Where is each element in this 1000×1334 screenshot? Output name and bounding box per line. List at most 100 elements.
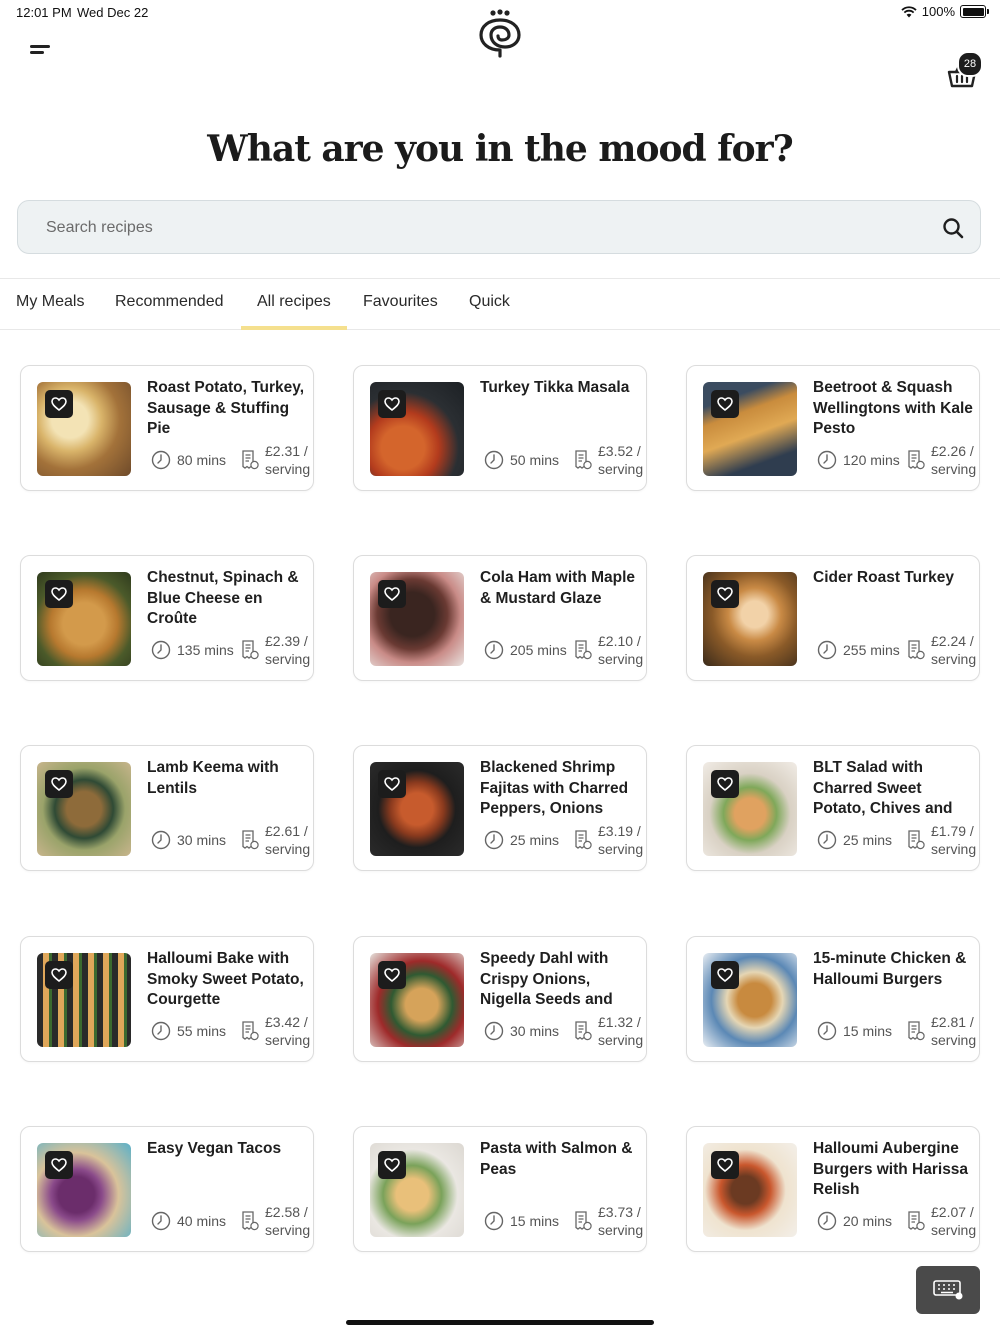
tab-recommended[interactable]: Recommended [115, 279, 224, 329]
recipe-title: Halloumi Bake with Smoky Sweet Potato, C… [147, 950, 304, 1008]
recipe-card[interactable]: Halloumi Aubergine Burgers with Harissa … [686, 1126, 980, 1252]
recipe-price: £1.32 / serving [598, 1014, 644, 1048]
recipe-card[interactable]: Lamb Keema with Lentils 30 mins £2.61 / … [20, 745, 314, 871]
keyboard-icon [933, 1280, 963, 1300]
timer-icon [151, 1021, 171, 1041]
tab-favourites[interactable]: Favourites [363, 279, 438, 329]
tab-all-recipes[interactable]: All recipes [241, 279, 347, 330]
recipe-time: 25 mins [510, 832, 560, 848]
timer-icon [151, 640, 171, 660]
menu-icon-line-top [30, 45, 50, 48]
recipe-meta: 20 mins [817, 1211, 931, 1231]
recipe-tabs: My Meals Recommended All recipes Favouri… [0, 278, 1000, 330]
recipe-price: £2.58 / serving [265, 1204, 311, 1238]
recipe-price: £3.42 / serving [265, 1014, 311, 1048]
price-receipt-icon [575, 640, 592, 660]
heart-icon [717, 777, 733, 791]
basket-button[interactable]: 28 [944, 51, 984, 88]
price-receipt-icon [908, 1021, 925, 1041]
recipe-title: 15-minute Chicken & Halloumi Burgers [813, 950, 967, 988]
favourite-button[interactable] [378, 961, 406, 989]
recipe-card[interactable]: Cider Roast Turkey 255 mins £2.24 / serv… [686, 555, 980, 681]
recipe-card[interactable]: Halloumi Bake with Smoky Sweet Potato, C… [20, 936, 314, 1062]
recipe-meta: 55 mins [151, 1021, 265, 1041]
recipe-card[interactable]: Cola Ham with Maple & Mustard Glaze 205 … [353, 555, 647, 681]
recipe-title: Cola Ham with Maple & Mustard Glaze [480, 569, 636, 607]
recipe-meta: 40 mins [151, 1211, 265, 1231]
recipe-card[interactable]: BLT Salad with Charred Sweet Potato, Chi… [686, 745, 980, 871]
favourite-button[interactable] [378, 770, 406, 798]
favourite-button[interactable] [378, 1151, 406, 1179]
recipe-title: Chestnut, Spinach & Blue Cheese en Croût… [147, 569, 299, 627]
recipe-meta: 30 mins [484, 1021, 598, 1041]
price-receipt-icon [242, 1021, 259, 1041]
recipe-time: 55 mins [177, 1023, 227, 1039]
heart-icon [51, 968, 67, 982]
search-icon[interactable] [942, 217, 964, 239]
price-receipt-icon [908, 830, 925, 850]
recipe-meta: 80 mins [151, 450, 265, 470]
heart-icon [717, 968, 733, 982]
price-receipt-icon [908, 1211, 925, 1231]
brand-logo-icon [479, 9, 521, 58]
timer-icon [817, 450, 837, 470]
wifi-icon [901, 5, 917, 17]
tab-my-meals[interactable]: My Meals [16, 279, 84, 329]
favourite-button[interactable] [45, 961, 73, 989]
search-bar [17, 200, 981, 255]
recipe-card[interactable]: Easy Vegan Tacos 40 mins £2.58 / serving [20, 1126, 314, 1252]
favourite-button[interactable] [711, 961, 739, 989]
recipe-card[interactable]: Roast Potato, Turkey, Sausage & Stuffing… [20, 365, 314, 491]
recipe-price: £2.39 / serving [265, 633, 311, 667]
price-receipt-icon [575, 1211, 592, 1231]
recipe-card[interactable]: Blackened Shrimp Fajitas with Charred Pe… [353, 745, 647, 871]
timer-icon [484, 1021, 504, 1041]
favourite-button[interactable] [711, 770, 739, 798]
recipe-price: £2.24 / serving [931, 633, 977, 667]
timer-icon [151, 1211, 171, 1231]
recipe-card[interactable]: 15-minute Chicken & Halloumi Burgers 15 … [686, 936, 980, 1062]
recipe-title: BLT Salad with Charred Sweet Potato, Chi… [813, 759, 953, 817]
recipe-card[interactable]: Beetroot & Squash Wellingtons with Kale … [686, 365, 980, 491]
favourite-button[interactable] [378, 390, 406, 418]
recipe-card[interactable]: Speedy Dahl with Crispy Onions, Nigella … [353, 936, 647, 1062]
menu-button[interactable] [28, 38, 56, 62]
heart-icon [717, 1158, 733, 1172]
favourite-button[interactable] [711, 580, 739, 608]
timer-icon [151, 830, 171, 850]
recipe-meta: 50 mins [484, 450, 598, 470]
recipe-price: £2.26 / serving [931, 443, 977, 477]
favourite-button[interactable] [711, 390, 739, 418]
keyboard-button[interactable] [916, 1266, 980, 1314]
price-receipt-icon [242, 1211, 259, 1231]
price-receipt-icon [908, 640, 925, 660]
favourite-button[interactable] [45, 580, 73, 608]
recipe-title: Roast Potato, Turkey, Sausage & Stuffing… [147, 379, 305, 437]
recipe-card[interactable]: Chestnut, Spinach & Blue Cheese en Croût… [20, 555, 314, 681]
recipe-card[interactable]: Turkey Tikka Masala 50 mins £3.52 / serv… [353, 365, 647, 491]
recipe-price: £2.31 / serving [265, 443, 311, 477]
recipe-meta: 255 mins [817, 640, 931, 660]
recipe-title: Halloumi Aubergine Burgers with Harissa … [813, 1140, 969, 1198]
favourite-button[interactable] [45, 390, 73, 418]
timer-icon [817, 1021, 837, 1041]
timer-icon [484, 1211, 504, 1231]
recipe-price: £2.10 / serving [598, 633, 644, 667]
recipe-time: 120 mins [843, 452, 900, 468]
heart-icon [384, 968, 400, 982]
heart-icon [51, 1158, 67, 1172]
recipe-meta: 25 mins [817, 830, 931, 850]
recipe-title: Beetroot & Squash Wellingtons with Kale … [813, 379, 973, 437]
favourite-button[interactable] [711, 1151, 739, 1179]
heart-icon [384, 397, 400, 411]
price-receipt-icon [575, 830, 592, 850]
favourite-button[interactable] [45, 1151, 73, 1179]
favourite-button[interactable] [45, 770, 73, 798]
recipe-card[interactable]: Pasta with Salmon & Peas 15 mins £3.73 /… [353, 1126, 647, 1252]
search-input[interactable] [44, 201, 928, 255]
favourite-button[interactable] [378, 580, 406, 608]
recipe-time: 15 mins [843, 1023, 893, 1039]
tab-quick[interactable]: Quick [469, 279, 510, 329]
recipe-meta: 205 mins [484, 640, 598, 660]
timer-icon [484, 830, 504, 850]
